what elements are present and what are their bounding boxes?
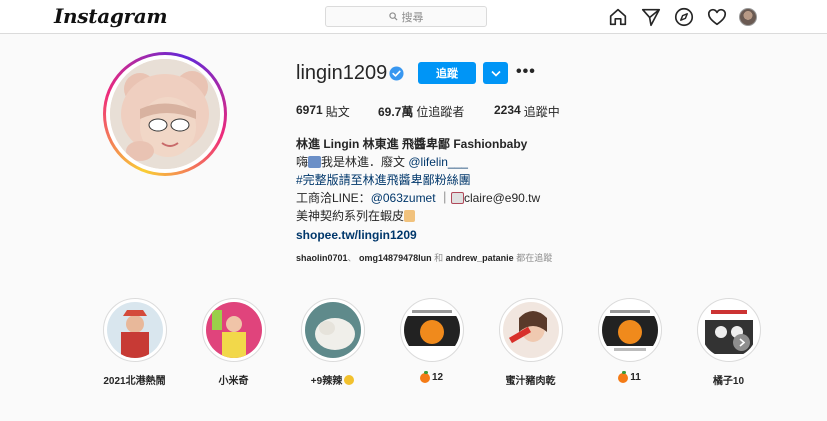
bio-line-prefix: 工商洽LINE： — [296, 191, 371, 205]
profile-photo-image — [110, 59, 220, 169]
highlight-ring — [102, 298, 167, 362]
mailbox-emoji-icon — [450, 192, 464, 204]
bio-intro: 我是林進．廢文 — [321, 155, 406, 169]
profile-username: lingin1209 — [296, 62, 388, 84]
highlight-ring — [696, 298, 761, 362]
direct-icon[interactable] — [640, 6, 662, 28]
highlight-label: 橘子10 — [712, 376, 745, 387]
top-nav-bar: Instagram 搜尋 — [0, 0, 827, 34]
follow-button[interactable]: 追蹤 — [418, 62, 476, 84]
bio-line-3: 工商洽LINE：@063zumet ｜ claire@e90.tw — [296, 189, 540, 207]
profile-avatar[interactable] — [739, 8, 757, 26]
bio-email: claire@e90.tw — [463, 191, 541, 205]
wave-person-emoji-icon — [308, 156, 322, 168]
highlight-ring — [300, 298, 365, 362]
followed-by-user-2[interactable]: omg14879478lun — [359, 253, 432, 263]
followers-count[interactable]: 69.7萬 位追蹤者 — [378, 103, 494, 120]
profile-bio: 林進 Lingin 林東進 飛醬卑鄙 Fashionbaby 嗨我是林進．廢文 … — [296, 135, 540, 244]
explore-icon[interactable] — [673, 6, 695, 28]
highlight-cover — [106, 302, 163, 358]
profile-photo[interactable] — [110, 59, 220, 169]
followers-count-value: 69.7萬 — [378, 105, 414, 119]
highlight-cover — [205, 302, 262, 358]
followed-by-user-1[interactable]: shaolin0701 — [296, 253, 348, 263]
posts-count: 6971 貼文 — [296, 103, 378, 120]
highlights-next-button[interactable] — [733, 334, 750, 351]
search-icon — [388, 12, 398, 21]
followed-by-suffix: 都在追蹤 — [516, 253, 553, 263]
bio-greeting: 嗨 — [296, 155, 309, 169]
posts-count-value: 6971 — [296, 103, 323, 117]
highlight-ring — [498, 298, 563, 362]
chick-emoji-icon — [344, 374, 355, 385]
highlight-item[interactable]: 小米奇 — [184, 298, 283, 387]
highlight-cover — [700, 302, 757, 358]
followed-by[interactable]: shaolin0701、 omg14879478lun 和 andrew_pat… — [296, 251, 552, 264]
following-count-label: 追蹤中 — [523, 105, 560, 119]
bio-shop-text: 美神契約系列在蝦皮 — [296, 209, 405, 223]
highlight-label: +9辣辣 — [310, 372, 355, 387]
instagram-logo[interactable]: Instagram — [54, 4, 168, 28]
highlight-ring — [399, 298, 464, 362]
followers-count-label: 位追蹤者 — [416, 105, 465, 119]
posts-count-label: 貼文 — [325, 105, 350, 119]
highlight-cover — [403, 302, 460, 358]
highlight-label: 11 — [618, 370, 641, 383]
bio-line-1: 嗨我是林進．廢文 @lifelin___ — [296, 153, 540, 171]
suggested-accounts-button[interactable] — [483, 62, 508, 84]
highlight-item[interactable]: +9辣辣 — [283, 298, 382, 387]
profile-stats: 6971 貼文 69.7萬 位追蹤者 2234 追蹤中 — [296, 103, 560, 120]
highlight-item[interactable]: 2021北港熱鬧 — [85, 298, 184, 387]
highlight-cover — [304, 302, 361, 358]
highlight-ring — [201, 298, 266, 362]
followed-by-conj: 和 — [434, 253, 444, 263]
highlight-item[interactable]: 12 — [382, 298, 481, 387]
highlight-label-text: 12 — [431, 372, 444, 383]
highlight-label: 12 — [419, 370, 444, 383]
highlight-label: 蜜汁豬肉乾 — [505, 376, 556, 387]
bio-hashtag[interactable]: #完整版請至林進飛醬卑鄙粉絲團 — [296, 171, 540, 189]
highlight-cover — [601, 302, 658, 358]
heart-icon[interactable] — [706, 6, 728, 28]
pointing-hand-emoji-icon — [404, 210, 416, 222]
highlight-ring — [597, 298, 662, 362]
profile-website-link[interactable]: shopee.tw/lingin1209 — [296, 226, 540, 244]
tangerine-emoji-icon — [419, 370, 430, 383]
verified-badge-icon — [389, 66, 404, 81]
highlight-label-text: +9辣辣 — [310, 376, 343, 387]
search-placeholder: 搜尋 — [401, 11, 424, 24]
bio-separator: ｜ — [438, 191, 451, 205]
profile-full-name: 林進 Lingin 林東進 飛醬卑鄙 Fashionbaby — [296, 137, 528, 151]
highlight-item[interactable]: 蜜汁豬肉乾 — [481, 298, 580, 387]
search-input[interactable]: 搜尋 — [325, 6, 487, 27]
highlight-item[interactable]: 11 — [580, 298, 679, 387]
highlight-item[interactable]: 橘子10 — [679, 298, 778, 387]
more-options-button[interactable]: ••• — [516, 64, 536, 80]
highlight-cover — [502, 302, 559, 358]
highlight-label: 小米奇 — [218, 376, 249, 387]
story-highlights: 2021北港熱鬧 小米奇 +9辣辣 12 蜜汁豬肉乾 11 橘子10 — [85, 298, 778, 387]
following-count[interactable]: 2234 追蹤中 — [494, 103, 560, 120]
highlight-label-text: 11 — [630, 372, 641, 383]
following-count-value: 2234 — [494, 103, 521, 117]
chevron-down-icon — [490, 70, 501, 77]
bio-line-4: 美神契約系列在蝦皮 — [296, 207, 540, 225]
nav-icons — [607, 6, 757, 28]
bio-mention-lifelin[interactable]: @lifelin___ — [408, 155, 468, 169]
tangerine-emoji-icon — [618, 370, 629, 383]
bio-mention-line[interactable]: @063zumet — [371, 191, 436, 205]
home-icon[interactable] — [607, 6, 629, 28]
followed-by-user-3[interactable]: andrew_patanie — [446, 253, 514, 263]
profile-story-ring[interactable] — [103, 52, 227, 176]
highlight-label: 2021北港熱鬧 — [103, 376, 166, 387]
chevron-right-icon — [738, 338, 745, 347]
